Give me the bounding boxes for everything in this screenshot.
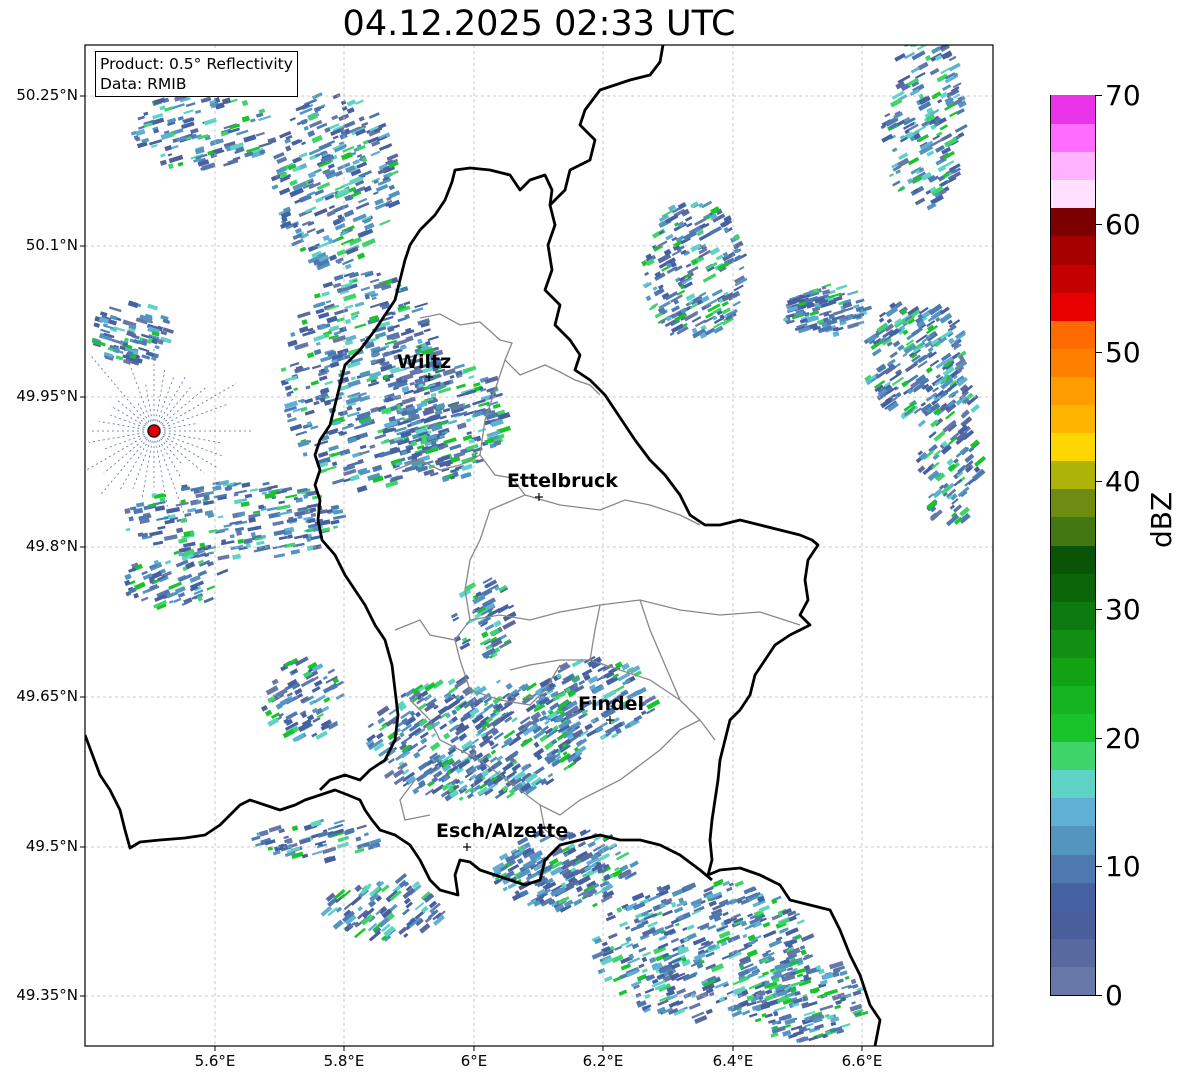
lat-label: 50.1°N bbox=[25, 236, 78, 254]
colorbar-segment bbox=[1051, 95, 1095, 125]
echo-cell bbox=[904, 45, 916, 46]
lon-label: 5.6°E bbox=[194, 1052, 236, 1070]
lon-label: 6.6°E bbox=[841, 1052, 883, 1070]
echo-cell bbox=[939, 39, 945, 44]
lat-label: 49.35°N bbox=[16, 986, 78, 1004]
colorbar-segment bbox=[1051, 713, 1095, 743]
colorbar-label: 10 bbox=[1105, 850, 1141, 883]
colorbar-segment bbox=[1051, 573, 1095, 602]
colorbar-segment bbox=[1051, 966, 1095, 995]
colorbar-segment bbox=[1051, 685, 1095, 715]
colorbar-segment bbox=[1051, 910, 1095, 939]
lat-label: 49.95°N bbox=[16, 387, 78, 405]
colorbar-segment bbox=[1051, 179, 1095, 209]
lat-label: 49.8°N bbox=[25, 537, 78, 555]
colorbar-segment bbox=[1051, 938, 1095, 967]
colorbar-segment bbox=[1051, 320, 1095, 349]
colorbar-segment bbox=[1051, 769, 1095, 799]
colorbar-label: 70 bbox=[1105, 79, 1141, 112]
colorbar-segment bbox=[1051, 516, 1095, 546]
colorbar-segment bbox=[1051, 741, 1095, 771]
colorbar-segment bbox=[1051, 235, 1095, 265]
lon-label: 6.4°E bbox=[712, 1052, 754, 1070]
colorbar-segment bbox=[1051, 263, 1095, 293]
echo-cell bbox=[128, 516, 134, 522]
lon-label: 6.2°E bbox=[582, 1052, 624, 1070]
colorbar-segment bbox=[1051, 432, 1095, 462]
colorbar-label: 20 bbox=[1105, 722, 1141, 755]
echo-cell bbox=[931, 30, 941, 38]
colorbar-segment bbox=[1051, 123, 1095, 153]
colorbar bbox=[1050, 95, 1096, 996]
lat-label: 50.25°N bbox=[16, 86, 78, 104]
colorbar-segment bbox=[1051, 825, 1095, 855]
city-label-ettelbruck: Ettelbruck bbox=[507, 470, 618, 492]
data-source-text: Data: RMIB bbox=[100, 75, 187, 93]
colorbar-label: 0 bbox=[1105, 979, 1123, 1012]
colorbar-label: 50 bbox=[1105, 336, 1141, 369]
product-text: Product: 0.5° Reflectivity bbox=[100, 55, 293, 73]
echo-cell bbox=[124, 508, 131, 514]
colorbar-label: 30 bbox=[1105, 593, 1141, 626]
city-label-findel: Findel bbox=[578, 693, 645, 715]
colorbar-segment bbox=[1051, 151, 1095, 181]
colorbar-segment bbox=[1051, 207, 1095, 237]
product-info-box: Product: 0.5° Reflectivity Data: RMIB bbox=[95, 51, 298, 97]
lat-label: 49.5°N bbox=[25, 837, 78, 855]
colorbar-segment bbox=[1051, 292, 1095, 321]
colorbar-segment bbox=[1051, 882, 1095, 911]
echo-cell bbox=[928, 34, 940, 42]
colorbar-segment bbox=[1051, 544, 1095, 574]
colorbar-segment bbox=[1051, 601, 1095, 630]
colorbar-segment bbox=[1051, 629, 1095, 658]
city-label-wiltz: Wiltz bbox=[397, 351, 452, 373]
colorbar-unit-label: dBZ bbox=[1145, 491, 1178, 548]
radar-map bbox=[80, 30, 994, 1051]
colorbar-segment bbox=[1051, 404, 1095, 434]
colorbar-segment bbox=[1051, 348, 1095, 377]
colorbar-segment bbox=[1051, 797, 1095, 827]
colorbar-segment bbox=[1051, 460, 1095, 490]
echo-cell bbox=[303, 493, 309, 499]
echo-cell bbox=[916, 30, 927, 37]
colorbar-segment bbox=[1051, 657, 1095, 686]
lon-label: 6°E bbox=[460, 1052, 488, 1070]
echo-cell bbox=[250, 531, 256, 537]
radar-site-marker bbox=[147, 424, 161, 438]
colorbar-segment bbox=[1051, 853, 1095, 883]
colorbar-label: 60 bbox=[1105, 208, 1141, 241]
colorbar-label: 40 bbox=[1105, 465, 1141, 498]
city-label-esch: Esch/Alzette bbox=[436, 820, 569, 842]
lat-label: 49.65°N bbox=[16, 687, 78, 705]
colorbar-segment bbox=[1051, 376, 1095, 406]
lon-label: 5.8°E bbox=[323, 1052, 365, 1070]
colorbar-segment bbox=[1051, 488, 1095, 518]
